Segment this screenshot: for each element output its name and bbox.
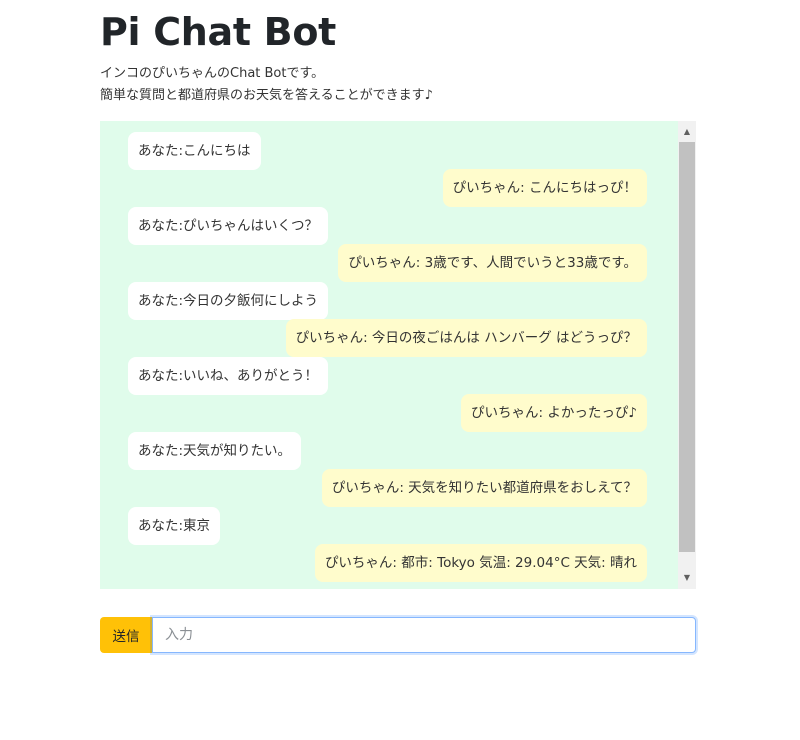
user-message: あなた:東京 bbox=[128, 507, 221, 545]
user-message: あなた:今日の夕飯何にしよう bbox=[128, 282, 329, 320]
send-button[interactable]: 送信 bbox=[100, 617, 152, 653]
bot-message: ぴいちゃん: こんにちはっぴ！ bbox=[442, 169, 647, 207]
user-message: あなた:いいね、ありがとう！ bbox=[128, 357, 329, 395]
scroll-up-arrow-icon[interactable]: ▲ bbox=[678, 123, 696, 141]
bot-message: ぴいちゃん: 天気を知りたい都道府県をおしえて？ bbox=[321, 469, 647, 507]
user-message: あなた:天気が知りたい。 bbox=[128, 432, 302, 470]
user-message: あなた:こんにちは bbox=[128, 132, 261, 170]
page-title: Pi Chat Bot bbox=[100, 10, 337, 54]
message-input[interactable] bbox=[152, 617, 696, 653]
description-line-1: インコのぴいちゃんのChat Botです。 bbox=[100, 66, 325, 81]
scrollbar-thumb[interactable] bbox=[679, 142, 695, 552]
scroll-down-arrow-icon[interactable]: ▼ bbox=[678, 569, 696, 587]
page-description: インコのぴいちゃんのChat Botです。 簡単な質問と都道府県のお天気を答える… bbox=[100, 63, 433, 107]
user-message: あなた:ぴいちゃんはいくつ？ bbox=[128, 207, 329, 245]
bot-message: ぴいちゃん: 都市: Tokyo 気温: 29.04°C 天気: 晴れ bbox=[314, 544, 647, 582]
description-line-2: 簡単な質問と都道府県のお天気を答えることができます♪ bbox=[100, 88, 433, 103]
chat-scrollbar[interactable]: ▲ ▼ bbox=[678, 121, 696, 589]
bot-message: ぴいちゃん: 3歳です、人間でいうと33歳です。 bbox=[338, 244, 647, 282]
chat-history[interactable]: あなた:こんにちは ぴいちゃん: こんにちはっぴ！ あなた:ぴいちゃんはいくつ？… bbox=[100, 121, 696, 589]
message-input-row: 送信 bbox=[100, 617, 696, 653]
bot-message: ぴいちゃん: 今日の夜ごはんは ハンバーグ はどうっぴ？ bbox=[285, 319, 647, 357]
bot-message: ぴいちゃん: よかったっぴ♪ bbox=[461, 394, 647, 432]
message-list: あなた:こんにちは ぴいちゃん: こんにちはっぴ！ あなた:ぴいちゃんはいくつ？… bbox=[100, 121, 677, 589]
